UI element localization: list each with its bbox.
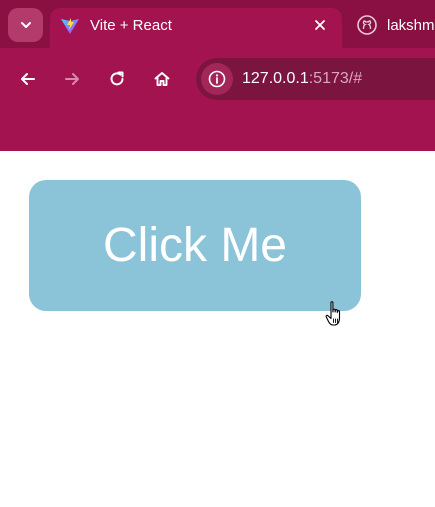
home-button[interactable] xyxy=(145,62,179,96)
browser-chrome: Vite + React lakshm 127.0.0.1:5173/# xyxy=(0,0,435,151)
tab-strip: Vite + React lakshm xyxy=(0,0,435,48)
vite-icon xyxy=(61,18,79,34)
url-path: :5173/# xyxy=(308,70,363,87)
site-info-button[interactable] xyxy=(201,63,233,95)
tab-title: lakshm xyxy=(387,17,435,34)
chevron-down-icon xyxy=(20,22,31,28)
github-icon xyxy=(357,15,377,35)
forward-button[interactable] xyxy=(55,62,89,96)
reload-icon xyxy=(110,71,124,86)
hand-pointer-icon xyxy=(325,301,341,326)
click-me-button[interactable]: Click Me xyxy=(29,180,361,311)
info-icon xyxy=(208,70,226,88)
tab-vite-react[interactable]: Vite + React xyxy=(50,8,342,48)
back-button[interactable] xyxy=(11,62,45,96)
tab-close-button[interactable] xyxy=(311,16,329,34)
forward-arrow-icon xyxy=(65,73,79,85)
home-icon xyxy=(154,72,170,86)
page-content: Click Me xyxy=(0,151,435,507)
url-host: 127.0.0.1 xyxy=(242,70,309,87)
reload-button[interactable] xyxy=(100,62,134,96)
back-arrow-icon xyxy=(21,73,35,85)
tab-search-button[interactable] xyxy=(8,8,43,42)
address-bar[interactable]: 127.0.0.1:5173/# xyxy=(196,58,435,100)
tab-github[interactable]: lakshm xyxy=(350,8,435,42)
tab-title: Vite + React xyxy=(90,17,172,34)
close-icon xyxy=(315,20,325,30)
url-text[interactable]: 127.0.0.1:5173/# xyxy=(242,69,362,89)
